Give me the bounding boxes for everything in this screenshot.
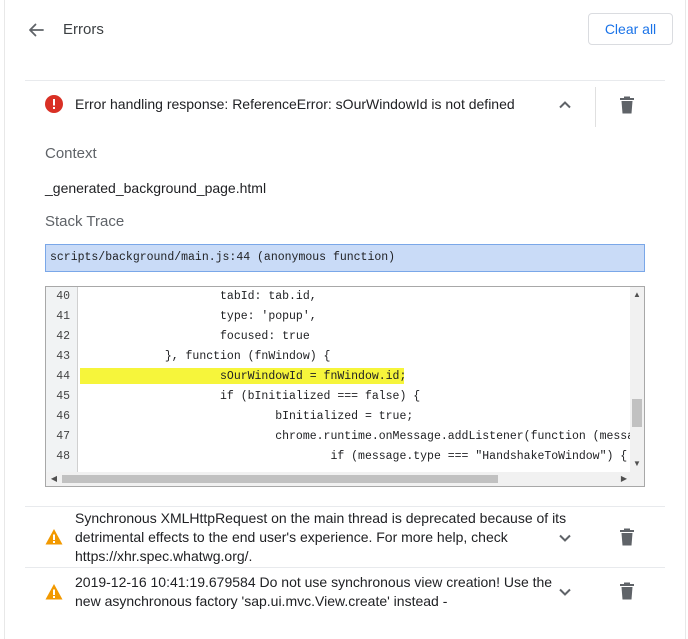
- warning-icon: [45, 584, 63, 600]
- page-header: Errors Clear all: [5, 0, 687, 62]
- code-line: 47 chrome.runtime.onMessage.addListener(…: [46, 427, 644, 447]
- warning-item: Synchronous XMLHttpRequest on the main t…: [5, 507, 687, 567]
- warning-item: 2019-12-16 10:41:19.679584 Do not use sy…: [5, 568, 687, 618]
- page-title: Errors: [63, 21, 104, 38]
- source-code-viewer: 40 tabId: tab.id, 41 type: 'popup', 42 foc…: [45, 286, 645, 487]
- code-line: 41 type: 'popup',: [46, 307, 630, 327]
- scroll-left-icon[interactable]: ◀: [49, 474, 59, 484]
- code-line: 45 if (bInitialized === false) {: [46, 387, 630, 407]
- trash-icon[interactable]: [619, 96, 635, 114]
- scroll-down-icon[interactable]: ▼: [632, 459, 642, 469]
- code-text: tabId: tab.id,: [82, 290, 317, 303]
- trash-icon[interactable]: [619, 582, 635, 600]
- warning-message: Synchronous XMLHttpRequest on the main t…: [75, 510, 567, 564]
- chevron-up-icon[interactable]: [557, 97, 573, 113]
- line-number: 40: [56, 290, 70, 303]
- scroll-right-icon[interactable]: ▶: [619, 474, 629, 484]
- line-number: 45: [56, 390, 70, 403]
- error-icon: [45, 95, 63, 113]
- chevron-down-icon[interactable]: [557, 584, 573, 600]
- code-line: 44 sOurWindowId = fnWindow.id;: [46, 367, 630, 387]
- code-text: bInitialized = true;: [82, 410, 414, 423]
- line-number: 47: [56, 430, 70, 443]
- code-line: 42 focused: true: [46, 327, 630, 347]
- horizontal-scrollbar[interactable]: ◀ ▶: [46, 472, 644, 486]
- arrow-back-icon: [29, 23, 44, 37]
- code-line: 40 tabId: tab.id,: [46, 287, 630, 307]
- context-heading: Context: [45, 145, 97, 162]
- line-number: 46: [56, 410, 70, 423]
- code-text: sOurWindowId = fnWindow.id;: [82, 370, 407, 383]
- code-text: if (bInitialized === false) {: [82, 390, 421, 403]
- line-number: 44: [56, 370, 70, 383]
- scroll-up-icon[interactable]: ▲: [632, 290, 642, 300]
- code-text: focused: true: [82, 330, 310, 343]
- line-number: 48: [56, 450, 70, 463]
- line-number: 43: [56, 350, 70, 363]
- code-line: 46 bInitialized = true;: [46, 407, 630, 427]
- trash-icon[interactable]: [619, 528, 635, 546]
- warning-message: 2019-12-16 10:41:19.679584 Do not use sy…: [75, 574, 553, 609]
- separator: [595, 87, 596, 127]
- stack-trace-heading: Stack Trace: [45, 213, 125, 230]
- clear-all-button[interactable]: Clear all: [588, 13, 673, 45]
- code-text: type: 'popup',: [82, 310, 317, 323]
- line-number: 42: [56, 330, 70, 343]
- code-text: chrome.runtime.onMessage.addListener(fun…: [82, 430, 645, 443]
- extension-errors-panel: Errors Clear all Error handling response…: [4, 0, 686, 639]
- warning-icon: [45, 529, 63, 545]
- line-number: 41: [56, 310, 70, 323]
- back-button[interactable]: [25, 19, 47, 41]
- vertical-scrollbar[interactable]: ▲ ▼: [630, 287, 644, 472]
- stack-frame-selected[interactable]: scripts/background/main.js:44 (anonymous…: [45, 244, 645, 272]
- code-line: 43 }, function (fnWindow) {: [46, 347, 630, 367]
- code-text: if (message.type === "HandshakeToWindow"…: [82, 450, 628, 463]
- context-value: _generated_background_page.html: [45, 180, 267, 196]
- code-line: 48 if (message.type === "HandshakeToWind…: [46, 447, 630, 467]
- error-message: Error handling response: ReferenceError:…: [75, 96, 515, 112]
- chevron-down-icon[interactable]: [557, 530, 573, 546]
- code-text: }, function (fnWindow) {: [82, 350, 331, 363]
- scrollbar-thumb[interactable]: [632, 399, 642, 427]
- scrollbar-thumb[interactable]: [62, 475, 498, 483]
